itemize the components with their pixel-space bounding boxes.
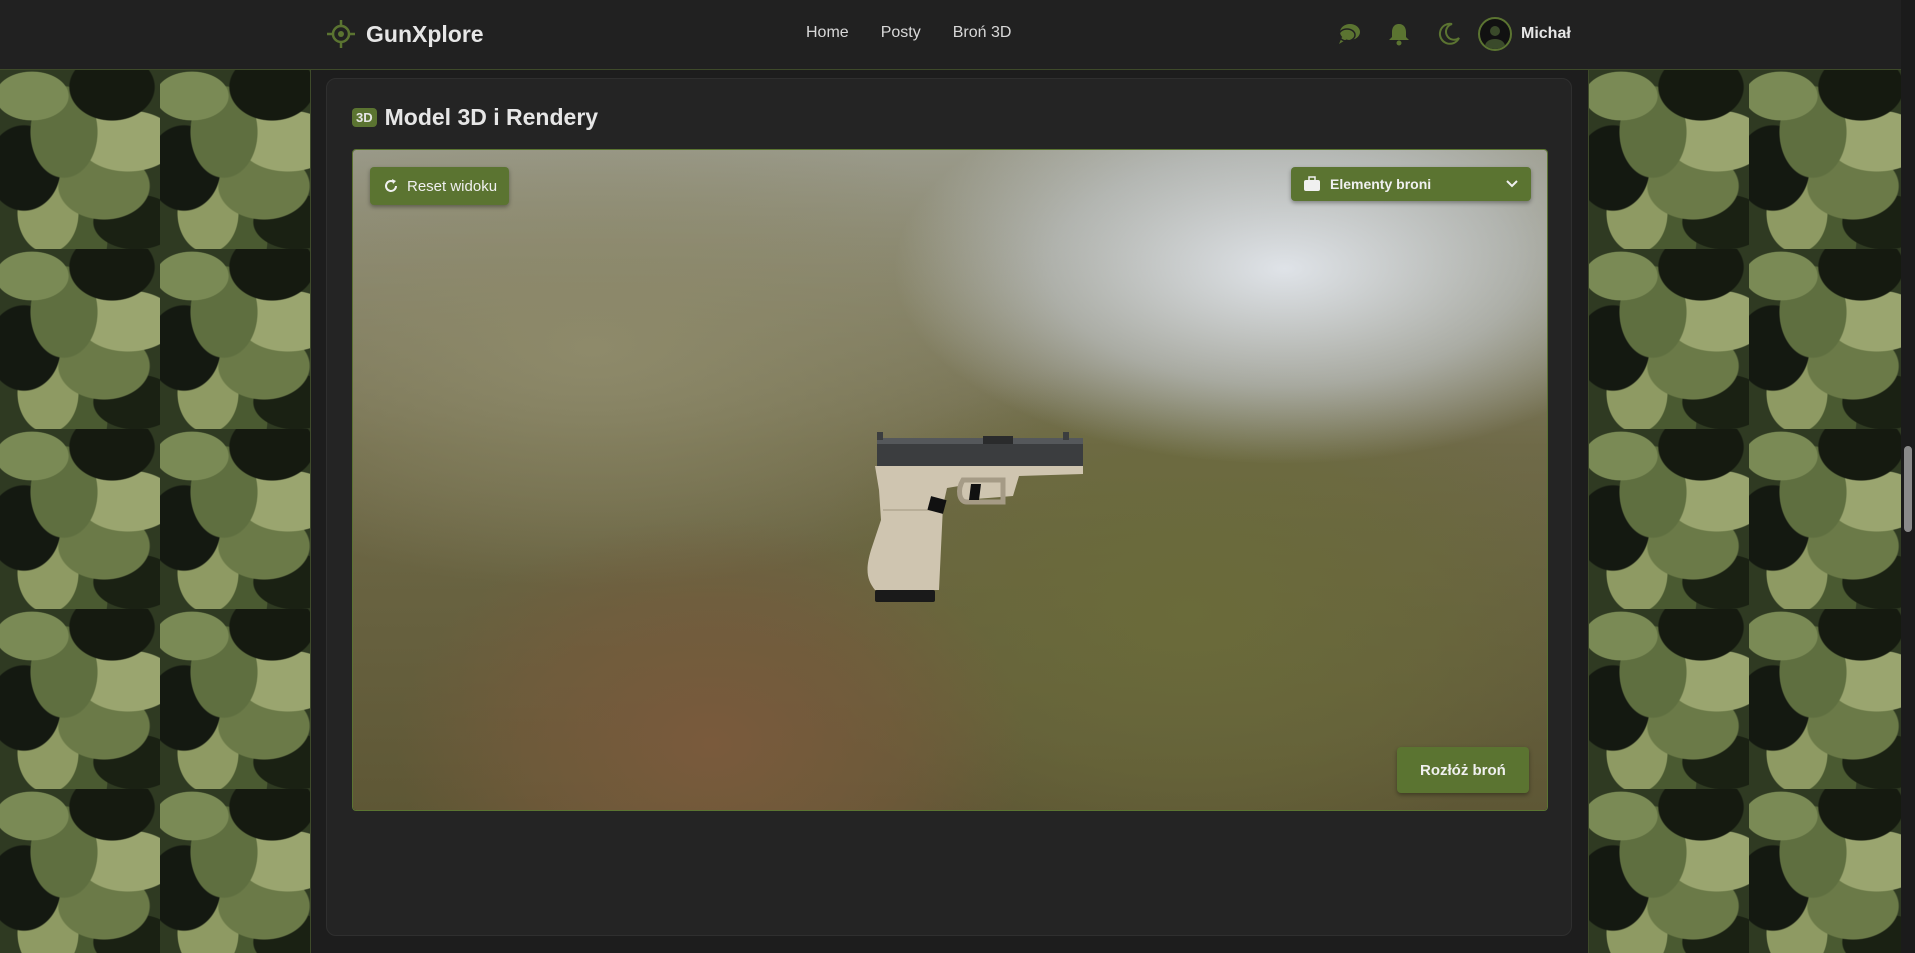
3d-badge: 3D	[352, 108, 377, 127]
moon-icon[interactable]	[1436, 21, 1462, 47]
avatar-silhouette-icon	[1485, 26, 1505, 49]
top-navbar: GunXplore Home Posty Broń 3D Michał	[0, 0, 1901, 70]
reset-view-label: Reset widoku	[407, 177, 498, 195]
disassemble-button[interactable]: Rozłóż broń	[1397, 747, 1529, 793]
brand-name: GunXplore	[366, 20, 484, 47]
weapon-parts-dropdown[interactable]: Elementy broni	[1291, 167, 1531, 201]
main-nav: Home Posty Broń 3D	[806, 24, 1011, 42]
avatar	[1478, 17, 1512, 51]
nav-home-link[interactable]: Home	[806, 24, 849, 42]
thumbnail-bar: 3D	[353, 810, 1547, 811]
camo-background-left	[0, 69, 310, 953]
navbar-actions: Michał	[1336, 14, 1571, 54]
scrollbar-thumb[interactable]	[1904, 446, 1912, 532]
model-viewer: Reset widoku Elementy broni Rozłóż broń	[352, 149, 1548, 811]
chevron-down-icon	[1506, 180, 1518, 188]
crosshair-icon	[327, 20, 355, 48]
camo-background-right	[1589, 69, 1901, 953]
page-title: Model 3D i Rendery	[384, 104, 599, 130]
brand-logo[interactable]: GunXplore	[326, 18, 484, 50]
chat-icon[interactable]	[1336, 21, 1362, 47]
pistol-model	[867, 432, 1083, 602]
disassemble-label: Rozłóż broń	[1420, 761, 1506, 779]
refresh-icon	[385, 179, 397, 192]
reset-view-button[interactable]: Reset widoku	[370, 167, 510, 205]
nav-3d-weapons-link[interactable]: Broń 3D	[953, 24, 1012, 42]
user-name: Michał	[1521, 25, 1571, 42]
section-header: 3D Model 3D i Rendery	[352, 104, 598, 131]
briefcase-icon	[1304, 176, 1320, 191]
weapon-parts-label: Elementy broni	[1330, 176, 1432, 192]
3d-canvas[interactable]: Reset widoku Elementy broni Rozłóż broń	[353, 150, 1547, 810]
user-menu[interactable]: Michał	[1478, 17, 1571, 51]
nav-posts-link[interactable]: Posty	[881, 24, 921, 42]
bell-icon[interactable]	[1386, 21, 1412, 47]
